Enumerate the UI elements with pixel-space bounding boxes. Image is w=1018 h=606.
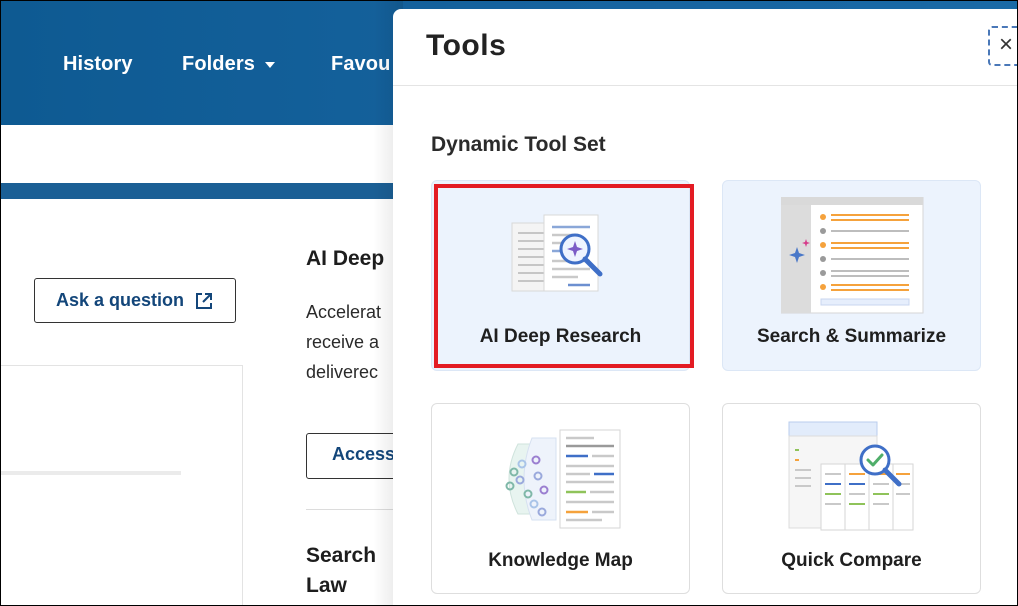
close-icon: ×	[998, 31, 1013, 58]
tool-card-knowledge-map[interactable]: Knowledge Map	[431, 403, 690, 594]
dynamic-tool-set-heading: Dynamic Tool Set	[431, 133, 606, 156]
ai-deep-desc-line-1: Accelerat	[306, 302, 382, 322]
ask-question-button[interactable]: Ask a question	[34, 278, 236, 323]
tool-card-quick-compare[interactable]: Quick Compare	[722, 403, 981, 594]
search-law-heading-2: Law	[306, 574, 347, 597]
tool-label-quick-compare: Quick Compare	[781, 550, 922, 571]
background-card	[1, 365, 243, 605]
tool-label-ai-deep-research: AI Deep Research	[479, 326, 642, 347]
nav-history[interactable]: History	[63, 53, 133, 76]
tool-label-search-summarize: Search & Summarize	[756, 326, 947, 347]
background-card-rule	[1, 471, 181, 475]
external-link-icon	[196, 292, 213, 309]
knowledge-map-illustration	[505, 429, 621, 529]
chevron-down-icon	[264, 61, 275, 68]
tool-card-ai-deep-research[interactable]: AI Deep Research	[431, 180, 690, 371]
nav-history-label: History	[63, 53, 133, 75]
ai-deep-research-illustration	[511, 214, 603, 292]
panel-divider	[393, 85, 1017, 86]
close-button[interactable]: ×	[988, 26, 1017, 66]
tool-label-knowledge-map: Knowledge Map	[488, 550, 633, 571]
ask-question-label: Ask a question	[55, 290, 185, 310]
nav-folders-label: Folders	[182, 53, 255, 75]
search-summarize-illustration	[781, 197, 924, 314]
quick-compare-illustration	[788, 421, 914, 531]
ai-deep-desc-line-2: receive a	[306, 332, 380, 352]
tool-card-search-summarize[interactable]: Search & Summarize	[722, 180, 981, 371]
nav-folders[interactable]: Folders	[182, 53, 275, 76]
screenshot-frame: History Folders Favou Ask a question AI …	[0, 0, 1018, 606]
ai-deep-desc-line-3: deliverec	[306, 362, 379, 382]
panel-title: Tools	[426, 29, 507, 62]
search-law-heading-1: Search	[306, 544, 377, 567]
